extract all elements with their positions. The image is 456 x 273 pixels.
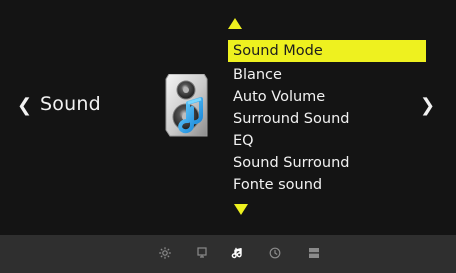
gear-icon — [158, 245, 172, 264]
right-arrow[interactable]: ❯ — [420, 97, 435, 115]
menu-item-sound-mode[interactable]: Sound Mode — [228, 40, 426, 62]
tab-settings[interactable] — [156, 245, 174, 263]
tab-time[interactable] — [266, 245, 284, 263]
menu-item-eq[interactable]: EQ — [228, 130, 426, 152]
tab-lock[interactable] — [305, 245, 323, 263]
menu-item-auto-volume[interactable]: Auto Volume — [228, 86, 426, 108]
menu-item-surround-sound[interactable]: Surround Sound — [228, 108, 426, 130]
music-note-icon — [231, 245, 245, 264]
tab-screen[interactable] — [193, 245, 211, 263]
bottom-tab-bar — [0, 235, 456, 273]
menu-item-sound-surround[interactable]: Sound Surround — [228, 152, 426, 174]
monitor-icon — [195, 245, 209, 264]
panel-icon — [307, 245, 321, 264]
tab-sound[interactable] — [229, 245, 247, 263]
menu-item-fonte-sound[interactable]: Fonte sound — [228, 174, 426, 196]
scroll-up-arrow[interactable] — [228, 18, 242, 29]
menu-list: Sound Mode Blance Auto Volume Surround S… — [228, 40, 426, 196]
scroll-down-arrow[interactable] — [234, 204, 248, 215]
left-arrow[interactable]: ❮ — [17, 97, 32, 115]
menu-item-blance[interactable]: Blance — [228, 64, 426, 86]
speaker-icon — [164, 73, 210, 144]
page-title: Sound — [40, 93, 101, 115]
clock-icon — [268, 245, 282, 264]
sound-menu-screen: ❮ Sound Sound Mode Blance Auto Volume Su… — [0, 0, 456, 273]
